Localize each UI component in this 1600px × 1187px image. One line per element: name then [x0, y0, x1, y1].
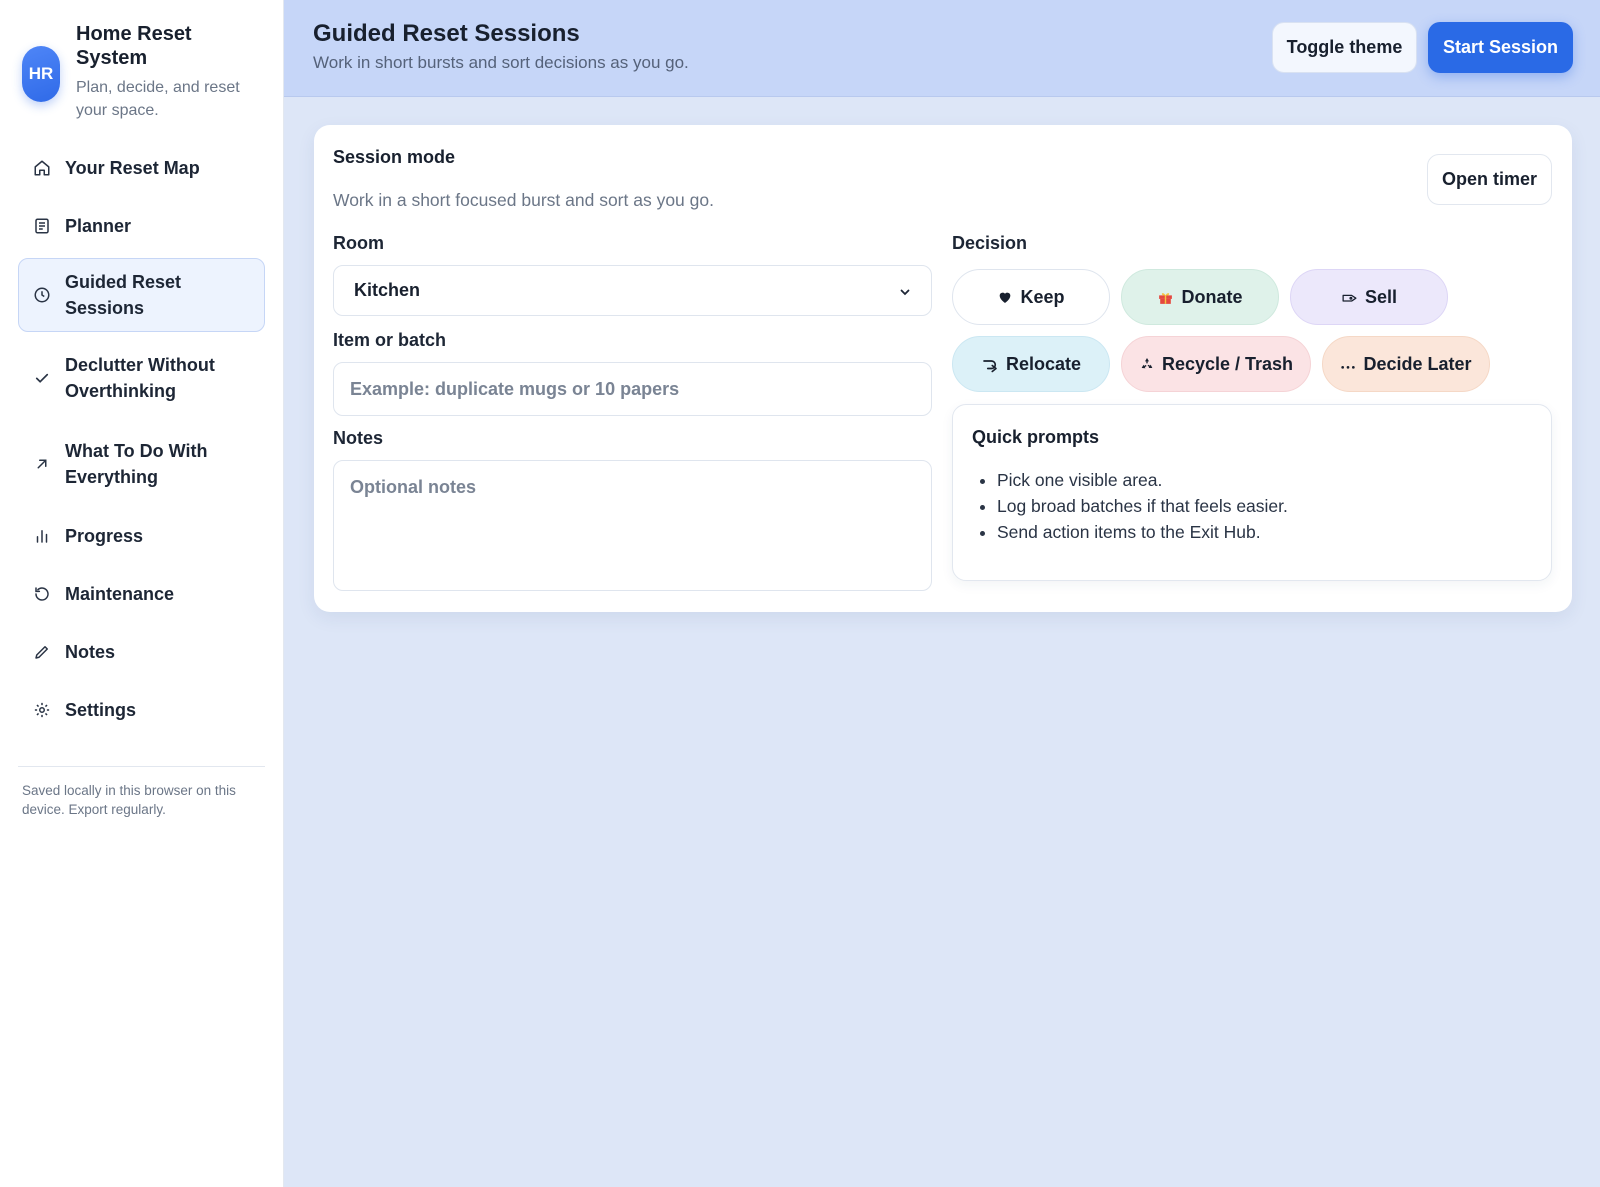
gear-icon — [33, 701, 51, 719]
sidebar-footer-note: Saved locally in this browser on this de… — [22, 783, 236, 817]
page-title: Guided Reset Sessions — [313, 20, 580, 47]
toggle-theme-button[interactable]: Toggle theme — [1272, 22, 1417, 73]
notes-textarea[interactable] — [333, 460, 932, 591]
recycle-icon — [1139, 356, 1155, 372]
decision-recycle-trash-button[interactable]: Recycle / Trash — [1121, 336, 1311, 392]
tag-icon — [1341, 289, 1358, 306]
document-icon — [33, 217, 51, 235]
decision-decide-later-label: Decide Later — [1363, 353, 1472, 374]
list-item: Pick one visible area. — [997, 467, 1288, 493]
item-batch-label: Item or batch — [333, 330, 447, 350]
sidebar-item-label: Planner — [65, 216, 132, 236]
start-session-button[interactable]: Start Session — [1428, 22, 1573, 73]
sidebar-item-notes[interactable]: Notes — [18, 626, 265, 678]
quick-prompts-panel: Quick prompts Pick one visible area. Log… — [952, 404, 1552, 581]
sidebar-divider — [18, 766, 265, 767]
sidebar-item-declutter[interactable]: Declutter Without Overthinking — [18, 338, 265, 418]
pencil-icon — [33, 643, 51, 661]
refresh-icon — [33, 585, 51, 603]
sidebar-item-label: Notes — [65, 642, 116, 662]
arrow-up-right-icon — [33, 455, 51, 473]
sidebar-item-progress[interactable]: Progress — [18, 510, 265, 562]
ellipsis-icon — [1340, 358, 1356, 370]
decision-keep-button[interactable]: Keep — [952, 269, 1110, 325]
sidebar-item-label: Progress — [65, 526, 144, 546]
session-mode-subtitle: Work in a short focused burst and sort a… — [333, 190, 714, 210]
decision-recycle-trash-label: Recycle / Trash — [1161, 353, 1294, 374]
session-mode-title: Session mode — [333, 147, 456, 167]
sidebar-item-label: Maintenance — [65, 584, 175, 604]
brand-text: Home Reset System Plan, decide, and rese… — [76, 22, 265, 122]
decision-donate-label: Donate — [1181, 286, 1243, 307]
room-select[interactable]: Kitchen — [333, 265, 932, 316]
decision-decide-later-button[interactable]: Decide Later — [1322, 336, 1490, 392]
open-timer-button[interactable]: Open timer — [1427, 154, 1552, 205]
quick-prompts-title: Quick prompts — [972, 427, 1100, 447]
sidebar-item-label: Settings — [65, 700, 137, 720]
sidebar-item-label: What To Do With Everything — [65, 441, 208, 487]
check-icon — [33, 369, 51, 387]
sidebar-item-label: Declutter Without Overthinking — [65, 355, 215, 401]
sidebar-item-maintenance[interactable]: Maintenance — [18, 568, 265, 620]
session-mode-card: Session mode Work in a short focused bur… — [314, 125, 1572, 612]
decision-relocate-label: Relocate — [1005, 353, 1082, 374]
sidebar-nav: Your Reset Map Planner Guided Reset Sess… — [18, 142, 265, 736]
decision-sell-label: Sell — [1364, 286, 1398, 307]
clock-icon — [33, 286, 51, 304]
decision-label: Decision — [952, 233, 1028, 253]
decision-sell-button[interactable]: Sell — [1290, 269, 1448, 325]
room-label: Room — [333, 233, 384, 253]
arrow-return-icon — [981, 355, 999, 373]
brand-title: Home Reset System — [76, 23, 192, 69]
decision-donate-button[interactable]: Donate — [1121, 269, 1279, 325]
room-select-value: Kitchen — [354, 280, 421, 300]
notes-label: Notes — [333, 428, 384, 448]
list-item: Send action items to the Exit Hub. — [997, 519, 1288, 545]
sidebar-item-label: Your Reset Map — [65, 158, 200, 178]
brand-subtitle: Plan, decide, and reset your space. — [76, 79, 240, 119]
decision-relocate-button[interactable]: Relocate — [952, 336, 1110, 392]
brand: HR Home Reset System Plan, decide, and r… — [18, 0, 265, 130]
sidebar-item-what-to-do[interactable]: What To Do With Everything — [18, 424, 265, 504]
bar-chart-icon — [33, 527, 51, 545]
chevron-down-icon — [899, 285, 911, 297]
list-item: Log broad batches if that feels easier. — [997, 493, 1288, 519]
page-subtitle: Work in short bursts and sort decisions … — [313, 53, 689, 72]
sidebar: HR Home Reset System Plan, decide, and r… — [0, 0, 284, 1187]
brand-avatar: HR — [22, 46, 60, 102]
sidebar-item-planner[interactable]: Planner — [18, 200, 265, 252]
sidebar-item-settings[interactable]: Settings — [18, 684, 265, 736]
sidebar-item-your-reset-map[interactable]: Your Reset Map — [18, 142, 265, 194]
sidebar-item-guided-reset-sessions[interactable]: Guided Reset Sessions — [18, 258, 265, 332]
item-batch-input[interactable] — [333, 362, 932, 416]
quick-prompts-list: Pick one visible area. Log broad batches… — [997, 467, 1288, 545]
heart-icon — [997, 289, 1013, 305]
decision-keep-label: Keep — [1020, 286, 1065, 307]
page-header: Guided Reset Sessions Work in short burs… — [284, 0, 1600, 97]
home-icon — [33, 159, 51, 177]
gift-icon — [1157, 289, 1174, 306]
sidebar-item-label: Guided Reset Sessions — [65, 272, 182, 318]
